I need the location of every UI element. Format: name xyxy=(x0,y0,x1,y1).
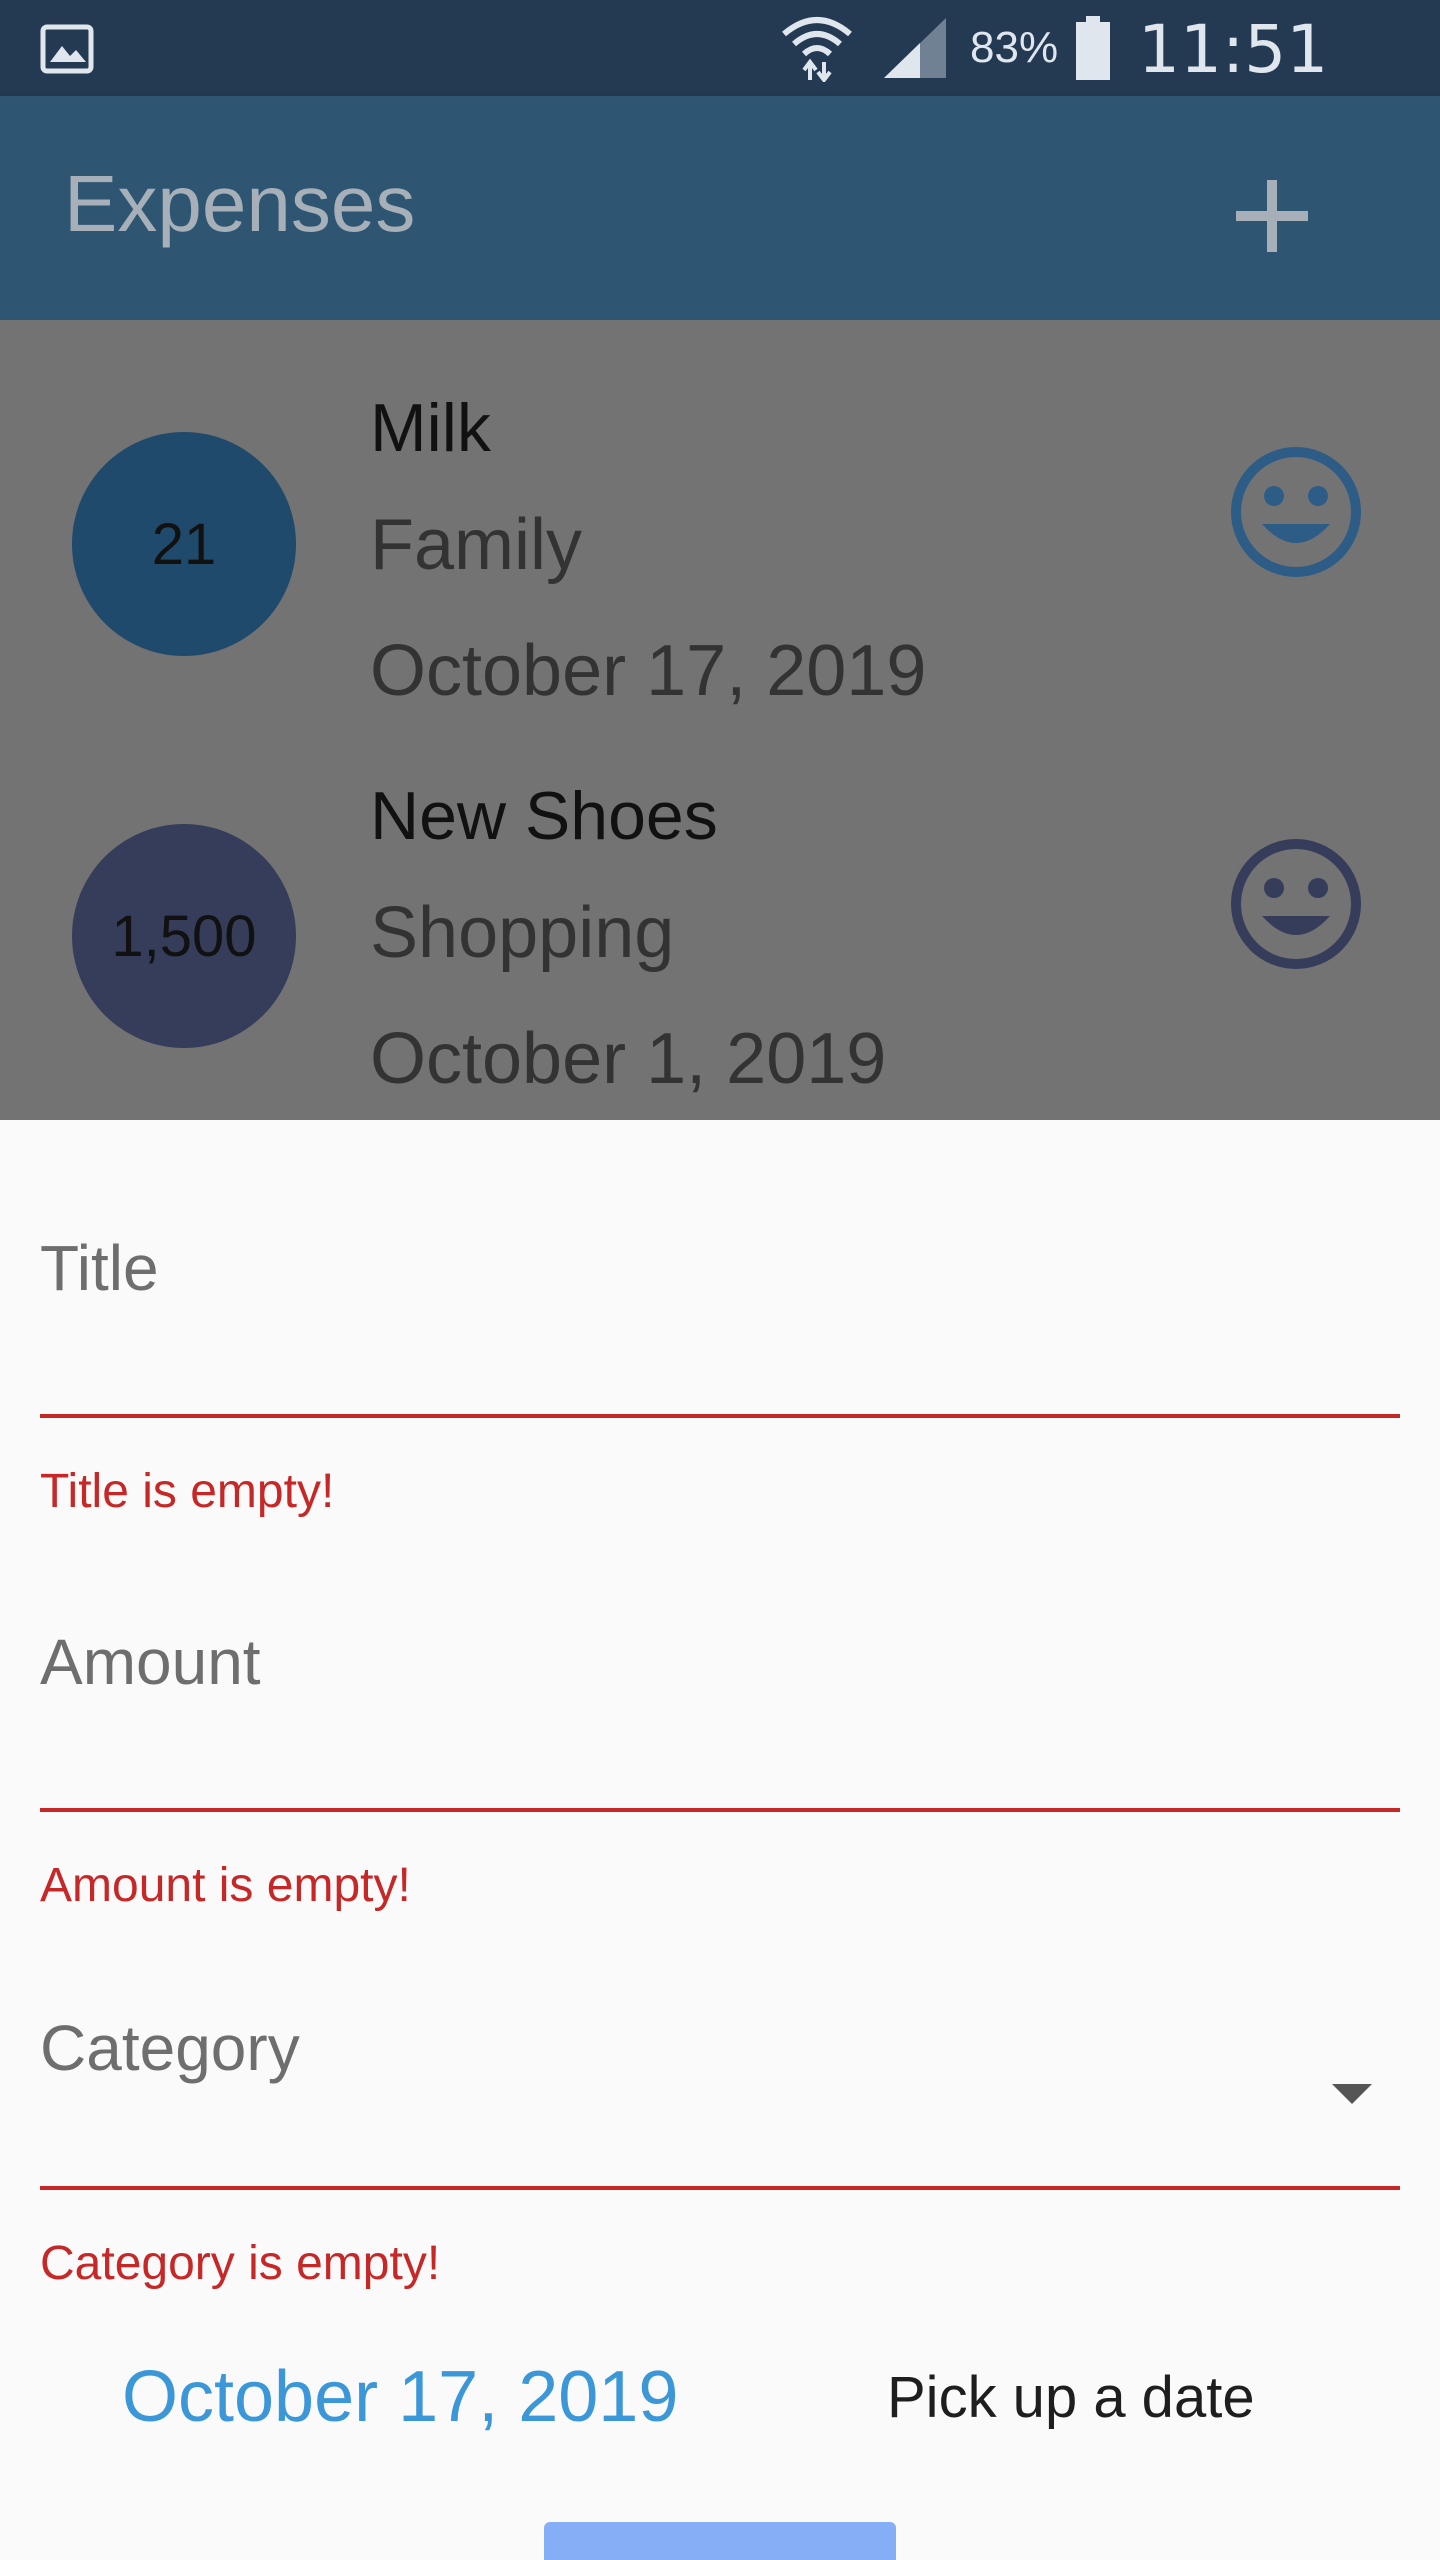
category-error: Category is empty! xyxy=(40,2237,441,2290)
list-item[interactable]: 1,500 New Shoes Shopping October 1, 2019 xyxy=(0,776,1440,1120)
amount-avatar: 21 xyxy=(72,432,296,656)
expense-date: October 17, 2019 xyxy=(370,631,927,711)
category-field-label: Category xyxy=(40,2012,300,2084)
page-title: Expenses xyxy=(64,159,416,248)
expense-category: Family xyxy=(370,505,582,585)
amount-label: 1,500 xyxy=(111,903,257,969)
amount-field-underline xyxy=(40,1808,1400,1812)
expense-title: Milk xyxy=(370,390,491,466)
pick-date-button[interactable]: Pick up a date xyxy=(887,2358,1255,2438)
title-field-label: Title xyxy=(40,1232,159,1304)
gallery-icon xyxy=(40,24,94,74)
plus-icon[interactable] xyxy=(1222,166,1322,266)
category-dropdown[interactable]: Category Category is empty! xyxy=(40,2008,1400,2308)
amount-field-label: Amount xyxy=(40,1626,261,1698)
title-error: Title is empty! xyxy=(40,1465,335,1518)
submit-button[interactable] xyxy=(544,2522,896,2560)
list-item[interactable]: 21 Milk Family October 17, 2019 xyxy=(0,384,1440,776)
smiley-icon[interactable] xyxy=(1228,444,1364,580)
title-field-underline xyxy=(40,1414,1400,1418)
smiley-icon[interactable] xyxy=(1228,836,1364,972)
wifi-icon xyxy=(782,17,852,82)
category-field-underline xyxy=(40,2186,1400,2190)
expense-list: 21 Milk Family October 17, 2019 1,500 Ne… xyxy=(0,320,1440,1120)
expense-date: October 1, 2019 xyxy=(370,1019,887,1099)
battery-icon xyxy=(1076,16,1110,80)
title-field[interactable]: Title Title is empty! xyxy=(40,1228,1400,1528)
amount-field[interactable]: Amount Amount is empty! xyxy=(40,1622,1400,1922)
chevron-down-icon[interactable] xyxy=(1332,2084,1372,2104)
status-bar: 83% 11:51 PM xyxy=(0,0,1440,164)
battery-percentage: 83% xyxy=(970,23,1059,72)
expense-category: Shopping xyxy=(370,893,675,973)
amount-avatar: 1,500 xyxy=(72,824,296,1048)
amount-error: Amount is empty! xyxy=(40,1859,411,1912)
app-bar: Expenses xyxy=(0,96,1440,320)
selected-date: October 17, 2019 xyxy=(122,2357,679,2437)
amount-label: 21 xyxy=(151,511,217,577)
signal-icon xyxy=(884,18,946,78)
expense-title: New Shoes xyxy=(370,778,718,854)
